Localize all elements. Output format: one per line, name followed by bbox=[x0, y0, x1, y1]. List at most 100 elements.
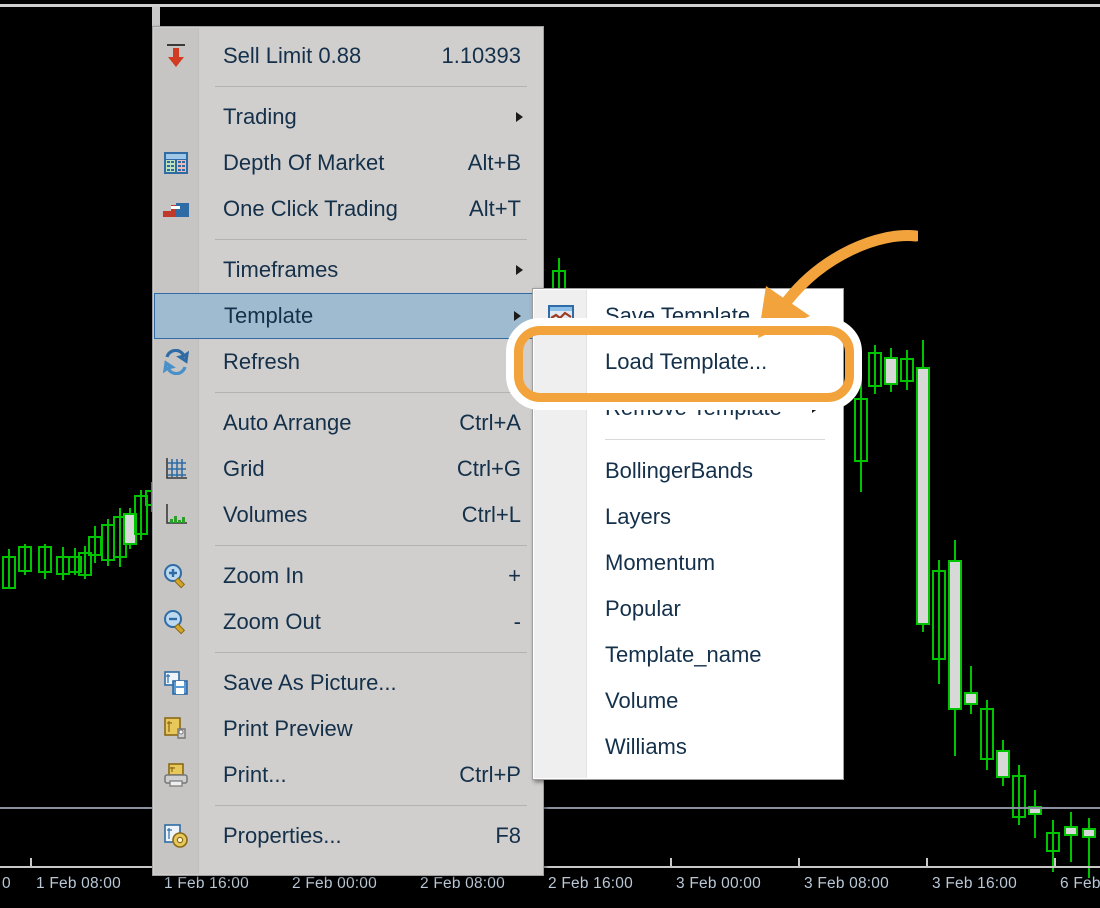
candle-body bbox=[88, 536, 102, 556]
load-template-highlight-ring bbox=[514, 326, 854, 402]
chevron-right-icon bbox=[514, 311, 521, 321]
time-axis-tick bbox=[30, 858, 32, 867]
chevron-right-icon bbox=[516, 265, 523, 275]
menu-item-label: Properties... bbox=[223, 823, 342, 848]
submenu-item-popular[interactable]: Popular bbox=[533, 586, 843, 632]
menu-separator bbox=[215, 805, 527, 806]
chart-top-rule bbox=[0, 4, 1100, 7]
candle-body bbox=[868, 352, 882, 387]
time-axis-label: 1 Feb 16:00 bbox=[164, 875, 249, 892]
menu-item-save-as-picture[interactable]: Save As Picture... bbox=[153, 660, 543, 706]
candle-body bbox=[964, 692, 978, 705]
candle-body bbox=[916, 367, 930, 625]
menu-item-shortcut: + bbox=[508, 563, 521, 588]
menu-separator bbox=[215, 545, 527, 546]
candle bbox=[38, 544, 52, 579]
candle bbox=[916, 340, 930, 632]
candle bbox=[1028, 790, 1042, 838]
menu-item-shortcut: - bbox=[513, 609, 521, 634]
time-axis-label: 3 Feb 08:00 bbox=[804, 875, 889, 892]
screenshot-root: 0 1 Feb 08:00 1 Feb 16:00 2 Feb 00:00 2 Feb … bbox=[0, 0, 1100, 908]
menu-item-one-click-trading[interactable]: One Click Trading Alt+T bbox=[153, 186, 543, 232]
zoom-in-icon bbox=[163, 563, 189, 589]
menu-item-timeframes[interactable]: Timeframes bbox=[153, 247, 543, 293]
candle bbox=[88, 526, 102, 563]
refresh-icon bbox=[163, 349, 189, 375]
menu-item-print-preview[interactable]: Print Preview bbox=[153, 706, 543, 752]
menu-item-volumes[interactable]: Volumes Ctrl+L bbox=[153, 492, 543, 538]
menu-item-print[interactable]: Print... Ctrl+P bbox=[153, 752, 543, 798]
menu-item-shortcut: 1.10393 bbox=[441, 43, 521, 68]
menu-item-zoom-out[interactable]: Zoom Out - bbox=[153, 599, 543, 645]
candle-body bbox=[1046, 832, 1060, 852]
submenu-item-label: Volume bbox=[605, 688, 679, 713]
grid-icon bbox=[163, 456, 189, 482]
time-axis-tick bbox=[1054, 858, 1056, 867]
properties-icon bbox=[163, 823, 189, 849]
candle bbox=[900, 350, 914, 390]
candle-body bbox=[2, 556, 16, 589]
candle bbox=[18, 544, 32, 575]
print-preview-icon bbox=[163, 716, 189, 742]
menu-item-label: One Click Trading bbox=[223, 196, 398, 221]
menu-item-label: Zoom Out bbox=[223, 609, 321, 634]
menu-item-properties[interactable]: Properties... F8 bbox=[153, 813, 543, 859]
volumes-icon bbox=[163, 502, 189, 528]
menu-item-refresh[interactable]: Refresh bbox=[153, 339, 543, 385]
submenu-item-label: Popular bbox=[605, 596, 681, 621]
time-axis-label: 3 Feb 00:00 bbox=[676, 875, 761, 892]
candle bbox=[868, 345, 882, 394]
menu-item-shortcut: Ctrl+G bbox=[456, 456, 521, 481]
time-axis-tick bbox=[670, 858, 672, 867]
menu-separator bbox=[215, 86, 527, 87]
menu-item-auto-arrange[interactable]: Auto Arrange Ctrl+A bbox=[153, 400, 543, 446]
candle bbox=[1064, 812, 1078, 862]
menu-item-grid[interactable]: Grid Ctrl+G bbox=[153, 446, 543, 492]
menu-item-label: Refresh bbox=[223, 349, 301, 374]
time-axis-label: 2 Feb 16:00 bbox=[548, 875, 633, 892]
candle bbox=[1012, 765, 1026, 825]
menu-item-label: Print Preview bbox=[223, 716, 353, 741]
submenu-item-momentum[interactable]: Momentum bbox=[533, 540, 843, 586]
submenu-item-williams[interactable]: Williams bbox=[533, 724, 843, 770]
menu-separator bbox=[215, 652, 527, 653]
menu-item-label: Volumes bbox=[223, 502, 308, 527]
candle-body bbox=[1082, 828, 1096, 838]
candle bbox=[964, 666, 978, 714]
menu-item-template[interactable]: Template bbox=[154, 293, 542, 339]
submenu-item-label: Template_name bbox=[605, 642, 762, 667]
menu-item-shortcut: F8 bbox=[495, 823, 521, 848]
candle bbox=[1046, 820, 1060, 872]
menu-item-shortcut: Ctrl+A bbox=[459, 410, 521, 435]
submenu-item-layers[interactable]: Layers bbox=[533, 494, 843, 540]
menu-item-label: Trading bbox=[223, 104, 297, 129]
menu-item-label: Zoom In bbox=[223, 563, 304, 588]
menu-separator bbox=[215, 392, 527, 393]
time-axis-label: 2 Feb 08:00 bbox=[420, 875, 505, 892]
menu-item-shortcut: Alt+T bbox=[469, 196, 521, 221]
time-axis-tick bbox=[926, 858, 928, 867]
menu-item-sell-limit-0-88[interactable]: Sell Limit 0.88 1.10393 bbox=[153, 33, 543, 79]
chevron-right-icon bbox=[516, 112, 523, 122]
menu-item-trading[interactable]: Trading bbox=[153, 94, 543, 140]
candle-body bbox=[38, 546, 52, 573]
submenu-item-template-name[interactable]: Template_name bbox=[533, 632, 843, 678]
time-axis-label: 2 Feb 00:00 bbox=[292, 875, 377, 892]
menu-item-shortcut: Alt+B bbox=[467, 150, 521, 175]
chart-context-menu[interactable]: Sell Limit 0.88 1.10393 Trading Depth Of M… bbox=[152, 26, 544, 876]
menu-item-label: Print... bbox=[223, 762, 287, 787]
menu-item-depth-of-market[interactable]: Depth Of Market Alt+B bbox=[153, 140, 543, 186]
candle-body bbox=[932, 570, 946, 660]
candle bbox=[996, 740, 1010, 786]
time-axis-label: 6 Feb bbox=[1060, 875, 1100, 892]
time-axis-label: 3 Feb 16:00 bbox=[932, 875, 1017, 892]
submenu-item-bollingerbands[interactable]: BollingerBands bbox=[533, 448, 843, 494]
candle bbox=[948, 540, 962, 756]
save-as-picture-icon bbox=[163, 670, 189, 696]
time-axis-label: 0 bbox=[2, 875, 11, 892]
candle-body bbox=[996, 750, 1010, 778]
candle-wick bbox=[1070, 812, 1072, 862]
submenu-item-volume[interactable]: Volume bbox=[533, 678, 843, 724]
candle-body bbox=[884, 357, 898, 385]
menu-item-zoom-in[interactable]: Zoom In + bbox=[153, 553, 543, 599]
